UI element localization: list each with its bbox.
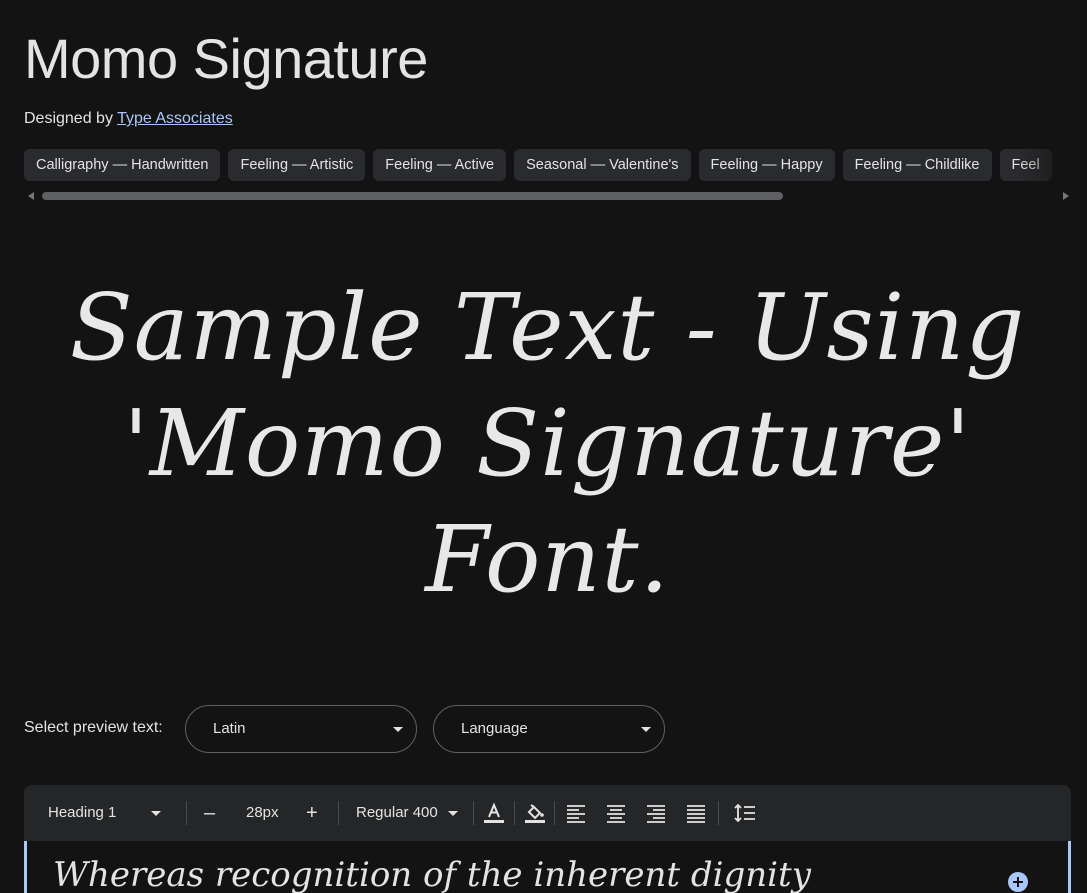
toolbar-divider [473, 801, 474, 825]
editor-toolbar: Heading 1 – 28px + Regular 400 [24, 785, 1071, 841]
chevron-down-icon [447, 810, 458, 816]
tag-chip[interactable]: Feeling — Artistic [228, 149, 366, 181]
tag-chip[interactable]: Feeling — Active [373, 149, 507, 181]
align-right-icon[interactable] [644, 801, 668, 825]
tag-chip[interactable]: Calligraphy — Handwritten [24, 149, 221, 181]
align-center-icon[interactable] [604, 801, 628, 825]
scrollbar-thumb[interactable] [42, 192, 783, 200]
font-title: Momo Signature [24, 27, 428, 90]
language-select-value: Language [461, 720, 528, 737]
highlight-color-icon[interactable] [523, 801, 547, 825]
toolbar-divider [338, 801, 339, 825]
font-preview: Sample Text - Using 'Momo Signature' Fon… [24, 270, 1071, 618]
font-weight-dropdown[interactable]: Regular 400 [356, 785, 458, 841]
decrease-size-button[interactable]: – [204, 785, 215, 841]
align-justify-icon[interactable] [684, 801, 708, 825]
text-color-icon[interactable] [482, 801, 506, 825]
preview-line: Font. [425, 506, 670, 613]
text-style-value: Heading 1 [48, 804, 117, 821]
tag-chip[interactable]: Feeling — Childlike [842, 149, 992, 181]
increase-size-button[interactable]: + [306, 785, 318, 841]
toolbar-divider [514, 801, 515, 825]
font-weight-value: Regular 400 [356, 804, 438, 821]
preview-text-label: Select preview text: [24, 719, 163, 736]
add-circle-icon[interactable] [1008, 872, 1028, 892]
toolbar-divider [554, 801, 555, 825]
script-select-value: Latin [213, 720, 246, 737]
scroll-left-arrow-icon[interactable] [28, 192, 34, 200]
align-left-icon[interactable] [564, 801, 588, 825]
script-select[interactable]: Latin [185, 705, 417, 753]
designer-link[interactable]: Type Associates [117, 110, 233, 127]
tag-chips: Calligraphy — Handwritten Feeling — Arti… [24, 149, 1087, 182]
preview-line: Sample Text - Using [69, 274, 1026, 381]
line-height-icon[interactable] [733, 801, 757, 825]
tags-scrollbar[interactable] [24, 190, 1071, 202]
preview-text-editor[interactable]: Whereas recognition of the inherent dign… [24, 841, 1071, 893]
designer-line: Designed by Type Associates [24, 110, 233, 128]
tag-chip[interactable]: Feeling — Happy [698, 149, 835, 181]
chevron-down-icon [641, 727, 651, 732]
preview-line: 'Momo Signature' [123, 390, 972, 497]
chevron-down-icon [393, 727, 403, 732]
tag-chip[interactable]: Seasonal — Valentine's [514, 149, 691, 181]
text-style-dropdown[interactable]: Heading 1 [48, 785, 116, 841]
chevron-down-icon[interactable] [151, 785, 161, 841]
font-size-value: 28px [246, 804, 279, 821]
scroll-right-arrow-icon[interactable] [1063, 192, 1069, 200]
tag-chip[interactable]: Feel [999, 149, 1052, 181]
toolbar-divider [718, 801, 719, 825]
designed-by-label: Designed by [24, 110, 113, 127]
editor-text[interactable]: Whereas recognition of the inherent dign… [53, 855, 811, 893]
toolbar-divider [186, 801, 187, 825]
language-select[interactable]: Language [433, 705, 665, 753]
